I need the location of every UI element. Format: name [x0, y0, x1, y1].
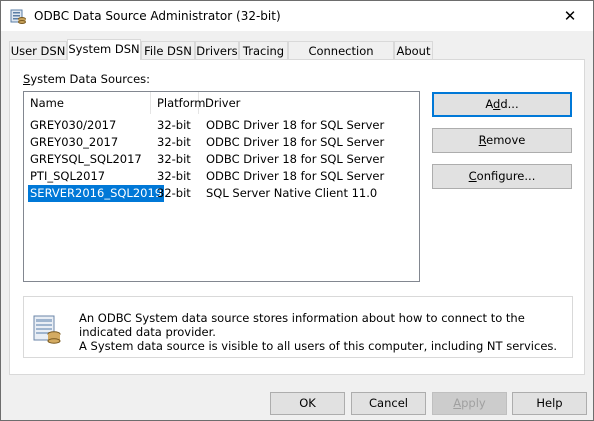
dsn-name: SERVER2016_SQL2019 — [28, 185, 165, 202]
list-item[interactable]: PTI_SQL2017 32-bit ODBC Driver 18 for SQ… — [24, 168, 419, 185]
cancel-button[interactable]: Cancel — [351, 392, 426, 415]
description-line-2: A System data source is visible to all u… — [79, 339, 558, 353]
apply-button[interactable]: Apply — [432, 392, 507, 415]
dsn-name: GREY030_2017 — [30, 135, 119, 149]
description-text: An ODBC System data source stores inform… — [79, 311, 569, 353]
close-icon: ✕ — [563, 7, 577, 25]
close-button[interactable]: ✕ — [547, 1, 593, 31]
dsn-name: PTI_SQL2017 — [30, 169, 106, 183]
system-dsn-panel: System Data Sources: Name Platform Drive… — [9, 59, 585, 375]
dsn-driver: ODBC Driver 18 for SQL Server — [206, 152, 385, 166]
tab-system-dsn[interactable]: System DSN — [67, 39, 141, 60]
list-item[interactable]: GREY030/2017 32-bit ODBC Driver 18 for S… — [24, 117, 419, 134]
dsn-platform: 32-bit — [157, 169, 191, 183]
remove-button[interactable]: Remove — [432, 128, 572, 153]
add-button[interactable]: Add... — [432, 92, 572, 117]
title-bar[interactable]: ODBC Data Source Administrator (32-bit) … — [1, 1, 593, 31]
system-data-sources-label: System Data Sources: — [23, 72, 151, 86]
column-header-name[interactable]: Name — [24, 92, 151, 114]
list-item[interactable]: GREY030_2017 32-bit ODBC Driver 18 for S… — [24, 134, 419, 151]
tab-file-dsn[interactable]: File DSN — [141, 41, 195, 59]
datasource-info-icon — [33, 315, 61, 344]
configure-button[interactable]: Configure... — [432, 164, 572, 189]
dsn-driver: SQL Server Native Client 11.0 — [206, 186, 378, 200]
dsn-platform: 32-bit — [157, 118, 191, 132]
dsn-name: GREY030/2017 — [30, 118, 117, 132]
help-button[interactable]: Help — [512, 392, 587, 415]
dsn-platform: 32-bit — [157, 135, 191, 149]
list-header: Name Platform Driver — [24, 92, 419, 114]
dsn-name: GREYSQL_SQL2017 — [30, 152, 142, 166]
tab-drivers[interactable]: Drivers — [195, 41, 239, 59]
description-line-1: An ODBC System data source stores inform… — [79, 311, 525, 339]
system-dsn-list[interactable]: Name Platform Driver GREY030/2017 32-bit… — [23, 91, 420, 282]
window-title: ODBC Data Source Administrator (32-bit) — [34, 9, 281, 23]
dsn-platform: 32-bit — [157, 186, 191, 200]
dsn-driver: ODBC Driver 18 for SQL Server — [206, 169, 385, 183]
dsn-driver: ODBC Driver 18 for SQL Server — [206, 135, 385, 149]
dsn-platform: 32-bit — [157, 152, 191, 166]
tab-connection-pooling[interactable]: Connection Pooling — [288, 41, 394, 76]
ok-button[interactable]: OK — [270, 392, 345, 415]
odbc-app-icon — [10, 9, 26, 24]
dsn-driver: ODBC Driver 18 for SQL Server — [206, 118, 385, 132]
column-header-driver[interactable]: Driver — [199, 92, 419, 114]
column-header-platform[interactable]: Platform — [151, 92, 206, 114]
odbc-admin-window: ODBC Data Source Administrator (32-bit) … — [0, 0, 594, 421]
tab-user-dsn[interactable]: User DSN — [9, 41, 67, 59]
list-item[interactable]: GREYSQL_SQL2017 32-bit ODBC Driver 18 fo… — [24, 151, 419, 168]
tab-tracing[interactable]: Tracing — [239, 41, 288, 59]
description-box: An ODBC System data source stores inform… — [23, 296, 573, 358]
tab-about[interactable]: About — [394, 41, 433, 59]
list-item-selected[interactable]: SERVER2016_SQL2019 32-bit SQL Server Nat… — [24, 185, 419, 202]
